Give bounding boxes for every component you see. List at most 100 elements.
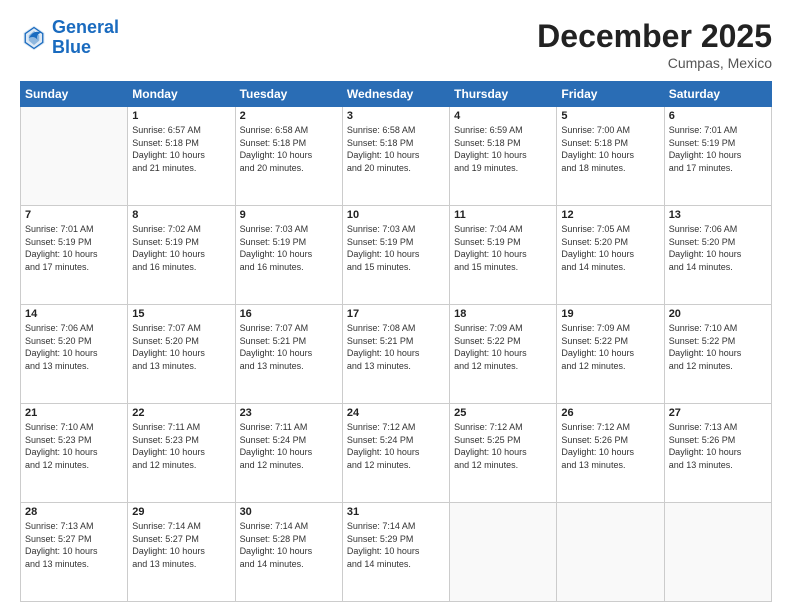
- calendar-cell: 21Sunrise: 7:10 AM Sunset: 5:23 PM Dayli…: [21, 404, 128, 503]
- day-info: Sunrise: 7:13 AM Sunset: 5:27 PM Dayligh…: [25, 520, 123, 570]
- day-number: 16: [240, 308, 338, 320]
- calendar-cell: 23 Sunrise: 7:11 AM Sunset: 5:24 PM Dayli…: [235, 404, 342, 503]
- day-info: Sunrise: 7:07 AM Sunset: 5:20 PM Dayligh…: [132, 322, 230, 372]
- day-number: 4: [454, 110, 552, 122]
- day-number: 5: [561, 110, 659, 122]
- calendar-cell: 28 Sunrise: 7:13 AM Sunset: 5:27 PM Dayli…: [21, 503, 128, 602]
- day-info: Sunrise: 7:12 AM Sunset: 5:26 PM Dayligh…: [561, 421, 659, 471]
- logo-line1: General: [52, 18, 119, 38]
- calendar-cell: 20Sunrise: 7:10 AM Sunset: 5:22 PM Dayli…: [664, 305, 771, 404]
- day-info: Sunrise: 7:11 AM Sunset: 5:23 PM Dayligh…: [132, 421, 230, 471]
- day-info: Sunrise: 7:14 AM Sunset: 5:27 PM Dayligh…: [132, 520, 230, 570]
- location-subtitle: Cumpas, Mexico: [537, 55, 772, 71]
- day-info: Sunrise: 7:06 AM Sunset: 5:20 PM Dayligh…: [25, 322, 123, 372]
- day-number: 2: [240, 110, 338, 122]
- day-number: 3: [347, 110, 445, 122]
- calendar-cell: [21, 107, 128, 206]
- calendar-cell: 19 Sunrise: 7:09 AM Sunset: 5:22 PM Dayli…: [557, 305, 664, 404]
- calendar-cell: 7 Sunrise: 7:01 AM Sunset: 5:19 PM Daylig…: [21, 206, 128, 305]
- day-info: Sunrise: 7:03 AM Sunset: 5:19 PM Dayligh…: [347, 223, 445, 273]
- day-info: Sunrise: 6:58 AM Sunset: 5:18 PM Dayligh…: [347, 124, 445, 174]
- calendar-cell: 12 Sunrise: 7:05 AM Sunset: 5:20 PM Dayli…: [557, 206, 664, 305]
- day-info: Sunrise: 7:04 AM Sunset: 5:19 PM Dayligh…: [454, 223, 552, 273]
- day-info: Sunrise: 7:01 AM Sunset: 5:19 PM Dayligh…: [25, 223, 123, 273]
- calendar-cell: [450, 503, 557, 602]
- calendar-cell: 16 Sunrise: 7:07 AM Sunset: 5:21 PM Dayli…: [235, 305, 342, 404]
- day-number: 14: [25, 308, 123, 320]
- day-number: 12: [561, 209, 659, 221]
- day-info: Sunrise: 6:57 AM Sunset: 5:18 PM Dayligh…: [132, 124, 230, 174]
- day-number: 17: [347, 308, 445, 320]
- calendar-header-row: SundayMondayTuesdayWednesdayThursdayFrid…: [21, 82, 772, 107]
- calendar-cell: 17 Sunrise: 7:08 AM Sunset: 5:21 PM Dayli…: [342, 305, 449, 404]
- day-number: 6: [669, 110, 767, 122]
- logo: General Blue: [20, 18, 119, 58]
- day-number: 27: [669, 407, 767, 419]
- calendar-cell: 15Sunrise: 7:07 AM Sunset: 5:20 PM Dayli…: [128, 305, 235, 404]
- calendar-cell: [557, 503, 664, 602]
- general-blue-logo-icon: [20, 24, 48, 52]
- calendar-cell: [664, 503, 771, 602]
- calendar-week-row: 14 Sunrise: 7:06 AM Sunset: 5:20 PM Dayli…: [21, 305, 772, 404]
- day-number: 26: [561, 407, 659, 419]
- header: General Blue December 2025 Cumpas, Mexic…: [20, 18, 772, 71]
- weekday-header-monday: Monday: [128, 82, 235, 107]
- day-number: 24: [347, 407, 445, 419]
- day-info: Sunrise: 7:07 AM Sunset: 5:21 PM Dayligh…: [240, 322, 338, 372]
- calendar-cell: 5 Sunrise: 7:00 AM Sunset: 5:18 PM Daylig…: [557, 107, 664, 206]
- day-info: Sunrise: 7:10 AM Sunset: 5:23 PM Dayligh…: [25, 421, 123, 471]
- calendar-cell: 29 Sunrise: 7:14 AM Sunset: 5:27 PM Dayli…: [128, 503, 235, 602]
- calendar-cell: 26 Sunrise: 7:12 AM Sunset: 5:26 PM Dayli…: [557, 404, 664, 503]
- day-number: 7: [25, 209, 123, 221]
- day-info: Sunrise: 7:09 AM Sunset: 5:22 PM Dayligh…: [561, 322, 659, 372]
- calendar-cell: 9Sunrise: 7:03 AM Sunset: 5:19 PM Daylig…: [235, 206, 342, 305]
- calendar-week-row: 7 Sunrise: 7:01 AM Sunset: 5:19 PM Daylig…: [21, 206, 772, 305]
- calendar-cell: 14 Sunrise: 7:06 AM Sunset: 5:20 PM Dayli…: [21, 305, 128, 404]
- day-number: 11: [454, 209, 552, 221]
- weekday-header-friday: Friday: [557, 82, 664, 107]
- calendar-cell: 4 Sunrise: 6:59 AM Sunset: 5:18 PM Daylig…: [450, 107, 557, 206]
- day-number: 1: [132, 110, 230, 122]
- day-info: Sunrise: 7:10 AM Sunset: 5:22 PM Dayligh…: [669, 322, 767, 372]
- day-info: Sunrise: 7:13 AM Sunset: 5:26 PM Dayligh…: [669, 421, 767, 471]
- day-number: 22: [132, 407, 230, 419]
- day-number: 25: [454, 407, 552, 419]
- day-number: 29: [132, 506, 230, 518]
- day-info: Sunrise: 7:14 AM Sunset: 5:28 PM Dayligh…: [240, 520, 338, 570]
- day-info: Sunrise: 7:11 AM Sunset: 5:24 PM Dayligh…: [240, 421, 338, 471]
- day-info: Sunrise: 7:12 AM Sunset: 5:24 PM Dayligh…: [347, 421, 445, 471]
- weekday-header-wednesday: Wednesday: [342, 82, 449, 107]
- calendar-cell: 24 Sunrise: 7:12 AM Sunset: 5:24 PM Dayli…: [342, 404, 449, 503]
- calendar-cell: 13 Sunrise: 7:06 AM Sunset: 5:20 PM Dayli…: [664, 206, 771, 305]
- day-info: Sunrise: 7:09 AM Sunset: 5:22 PM Dayligh…: [454, 322, 552, 372]
- day-number: 10: [347, 209, 445, 221]
- day-info: Sunrise: 6:58 AM Sunset: 5:18 PM Dayligh…: [240, 124, 338, 174]
- day-number: 9: [240, 209, 338, 221]
- day-info: Sunrise: 7:08 AM Sunset: 5:21 PM Dayligh…: [347, 322, 445, 372]
- day-info: Sunrise: 7:06 AM Sunset: 5:20 PM Dayligh…: [669, 223, 767, 273]
- calendar-week-row: 1 Sunrise: 6:57 AM Sunset: 5:18 PM Daylig…: [21, 107, 772, 206]
- calendar-cell: 11 Sunrise: 7:04 AM Sunset: 5:19 PM Dayli…: [450, 206, 557, 305]
- day-number: 28: [25, 506, 123, 518]
- day-number: 19: [561, 308, 659, 320]
- calendar-cell: 3 Sunrise: 6:58 AM Sunset: 5:18 PM Daylig…: [342, 107, 449, 206]
- day-number: 31: [347, 506, 445, 518]
- day-number: 23: [240, 407, 338, 419]
- page: General Blue December 2025 Cumpas, Mexic…: [0, 0, 792, 612]
- calendar-week-row: 21Sunrise: 7:10 AM Sunset: 5:23 PM Dayli…: [21, 404, 772, 503]
- calendar-cell: 27 Sunrise: 7:13 AM Sunset: 5:26 PM Dayli…: [664, 404, 771, 503]
- weekday-header-tuesday: Tuesday: [235, 82, 342, 107]
- month-year-title: December 2025: [537, 18, 772, 55]
- calendar-table: SundayMondayTuesdayWednesdayThursdayFrid…: [20, 81, 772, 602]
- title-block: December 2025 Cumpas, Mexico: [537, 18, 772, 71]
- day-info: Sunrise: 7:05 AM Sunset: 5:20 PM Dayligh…: [561, 223, 659, 273]
- day-info: Sunrise: 7:14 AM Sunset: 5:29 PM Dayligh…: [347, 520, 445, 570]
- logo-blue: Blue: [52, 37, 91, 57]
- logo-general: General: [52, 17, 119, 37]
- day-info: Sunrise: 7:00 AM Sunset: 5:18 PM Dayligh…: [561, 124, 659, 174]
- weekday-header-sunday: Sunday: [21, 82, 128, 107]
- weekday-header-saturday: Saturday: [664, 82, 771, 107]
- day-info: Sunrise: 6:59 AM Sunset: 5:18 PM Dayligh…: [454, 124, 552, 174]
- logo-line2: Blue: [52, 38, 119, 58]
- day-number: 13: [669, 209, 767, 221]
